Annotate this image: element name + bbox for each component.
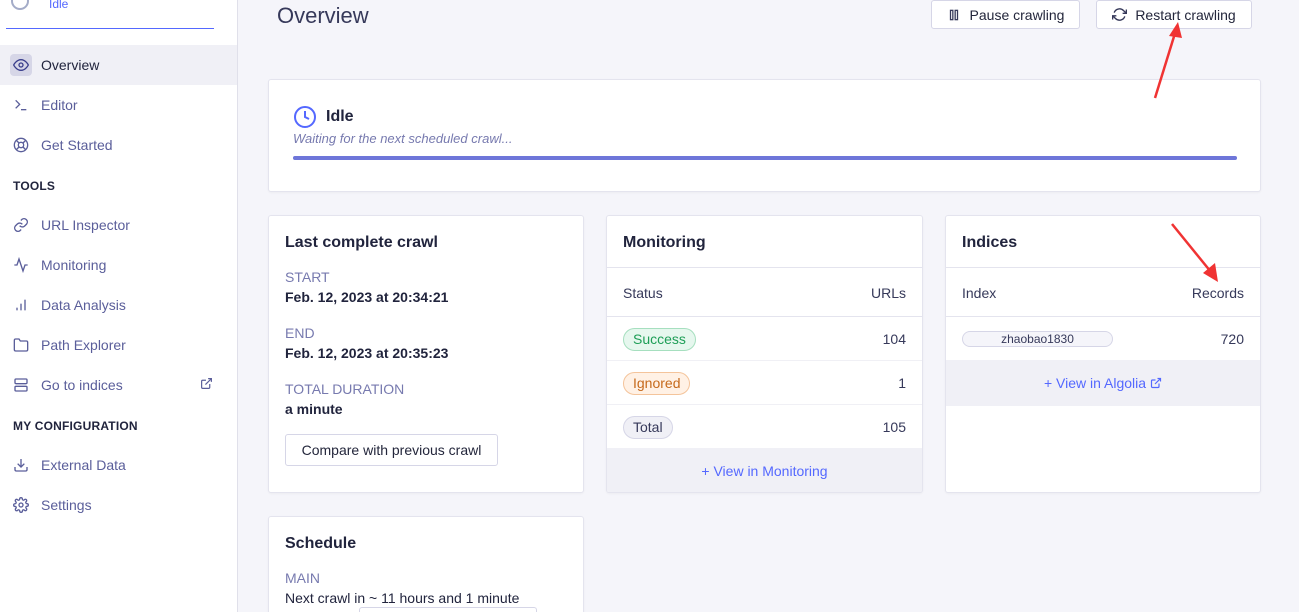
annotation-arrow-records xyxy=(1171,223,1218,282)
sidebar-item-monitoring[interactable]: Monitoring xyxy=(0,245,237,285)
status-badge-success: Success xyxy=(623,328,696,351)
section-label-config: MY CONFIGURATION xyxy=(13,419,138,433)
indices-title: Indices xyxy=(962,234,1018,251)
sidebar-item-label: Settings xyxy=(41,497,92,513)
sidebar-item-settings[interactable]: Settings xyxy=(0,485,237,525)
schedule-card: Schedule MAIN Next crawl in ~ 11 hours a… xyxy=(268,516,584,612)
sidebar-item-get-started[interactable]: Get Started xyxy=(0,125,237,165)
urls-count: 1 xyxy=(898,375,906,391)
table-row: zhaobao1830 720 xyxy=(946,317,1260,361)
index-name-badge[interactable]: zhaobao1830 xyxy=(962,331,1113,347)
download-icon xyxy=(12,456,30,474)
database-icon xyxy=(12,376,30,394)
view-in-monitoring-link[interactable]: + View in Monitoring xyxy=(607,448,922,492)
column-header-index: Index xyxy=(962,285,997,301)
sidebar-item-external-data[interactable]: External Data xyxy=(0,445,237,485)
sidebar-item-label: Monitoring xyxy=(41,257,107,273)
start-label: START xyxy=(285,269,330,285)
bar-chart-icon xyxy=(12,296,30,314)
duration-label: TOTAL DURATION xyxy=(285,381,405,397)
last-crawl-title: Last complete crawl xyxy=(285,234,438,251)
lifebuoy-icon xyxy=(12,136,30,154)
start-value: Feb. 12, 2023 at 20:34:21 xyxy=(285,289,449,305)
link-icon xyxy=(12,216,30,234)
status-indicator-icon xyxy=(11,0,29,10)
crawl-progress-bar xyxy=(293,156,1237,160)
crawler-status-text: Idle xyxy=(49,0,69,11)
annotation-arrow-restart xyxy=(1153,22,1182,99)
pause-crawling-button[interactable]: Pause crawling xyxy=(931,0,1080,29)
monitoring-card: Monitoring Status URLs Success 104 Ignor… xyxy=(606,215,923,493)
view-in-algolia-link[interactable]: + View in Algolia xyxy=(946,360,1260,406)
table-row: Total 105 xyxy=(607,405,922,449)
pause-icon xyxy=(947,8,961,22)
sidebar-item-label: Go to indices xyxy=(41,377,123,393)
table-row: Ignored 1 xyxy=(607,361,922,405)
crawler-status-header: Idle xyxy=(6,0,214,29)
sidebar-item-go-to-indices[interactable]: Go to indices xyxy=(0,365,237,405)
status-subtitle: Waiting for the next scheduled crawl... xyxy=(293,131,513,146)
clock-icon xyxy=(293,105,317,134)
monitoring-title: Monitoring xyxy=(623,234,706,251)
next-crawl-text: Next crawl in ~ 11 hours and 1 minute xyxy=(285,590,520,606)
end-label: END xyxy=(285,325,315,341)
schedule-title: Schedule xyxy=(285,535,357,552)
page-title: Overview xyxy=(277,3,369,28)
column-header-urls: URLs xyxy=(870,285,906,301)
terminal-icon xyxy=(12,96,30,114)
sidebar-item-url-inspector[interactable]: URL Inspector xyxy=(0,205,237,245)
status-badge-total: Total xyxy=(623,416,673,439)
monitoring-table-header: Status URLs xyxy=(607,267,922,317)
schedule-field[interactable] xyxy=(359,607,537,612)
external-link-icon xyxy=(1150,377,1162,389)
sidebar-item-label: Data Analysis xyxy=(41,297,126,313)
gear-icon xyxy=(12,496,30,514)
sidebar-item-path-explorer[interactable]: Path Explorer xyxy=(0,325,237,365)
column-header-status: Status xyxy=(623,285,663,301)
status-title: Idle xyxy=(326,108,354,125)
sidebar-item-label: External Data xyxy=(41,457,126,473)
sidebar: Idle Overview Editor Get Started TOOLS U… xyxy=(0,0,238,612)
sidebar-item-label: Editor xyxy=(41,97,78,113)
table-row: Success 104 xyxy=(607,317,922,361)
sidebar-item-label: URL Inspector xyxy=(41,217,130,233)
sidebar-item-data-analysis[interactable]: Data Analysis xyxy=(0,285,237,325)
end-value: Feb. 12, 2023 at 20:35:23 xyxy=(285,345,449,361)
activity-icon xyxy=(12,256,30,274)
column-header-records: Records xyxy=(1191,285,1244,301)
sidebar-item-overview[interactable]: Overview xyxy=(0,45,237,85)
sidebar-item-label: Get Started xyxy=(41,137,113,153)
urls-count: 104 xyxy=(882,331,906,347)
sidebar-item-label: Overview xyxy=(41,57,100,73)
section-label-tools: TOOLS xyxy=(13,179,56,193)
folder-icon xyxy=(12,336,30,354)
last-crawl-card: Last complete crawl START Feb. 12, 2023 … xyxy=(268,215,584,493)
eye-icon xyxy=(10,54,32,76)
compare-crawl-button[interactable]: Compare with previous crawl xyxy=(285,434,498,466)
external-link-icon xyxy=(200,377,213,393)
records-count: 720 xyxy=(1220,331,1244,347)
status-badge-ignored: Ignored xyxy=(623,372,691,395)
sidebar-item-editor[interactable]: Editor xyxy=(0,85,237,125)
crawler-status-card: Idle Waiting for the next scheduled craw… xyxy=(268,79,1261,192)
crawl-progress-fill xyxy=(293,156,1237,160)
duration-value: a minute xyxy=(285,401,343,417)
sidebar-item-label: Path Explorer xyxy=(41,337,126,353)
refresh-icon xyxy=(1112,7,1128,22)
main-schedule-label: MAIN xyxy=(285,570,320,586)
urls-count: 105 xyxy=(882,419,906,435)
